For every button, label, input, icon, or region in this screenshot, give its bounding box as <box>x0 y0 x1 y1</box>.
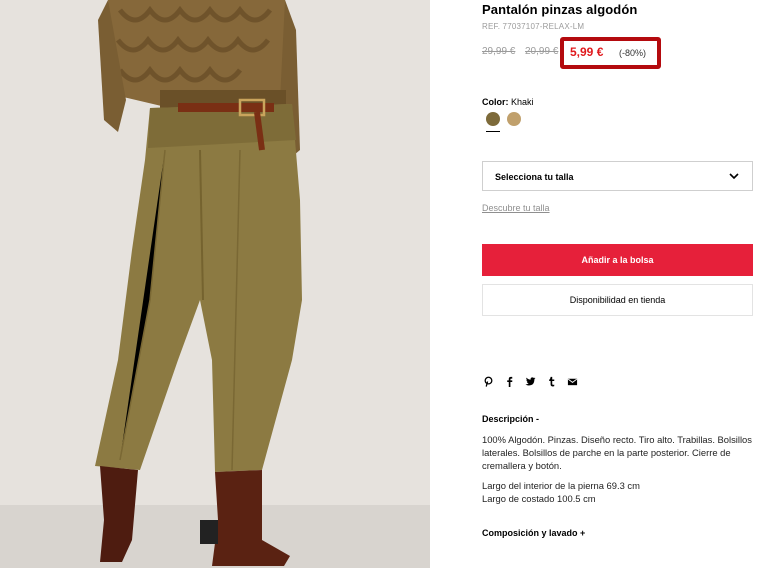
email-icon[interactable] <box>566 374 578 388</box>
add-to-bag-button[interactable]: Añadir a la bolsa <box>482 244 753 276</box>
size-select[interactable]: Selecciona tu talla <box>482 161 753 191</box>
product-photo-illustration <box>0 0 430 568</box>
chevron-down-icon <box>729 173 739 180</box>
discount-badge: (-80%) <box>619 48 647 58</box>
color-label: Color: <box>482 97 509 107</box>
measure-inseam: Largo del interior de la pierna 69.3 cm <box>482 480 640 491</box>
description-text: 100% Algodón. Pinzas. Diseño recto. Tiro… <box>482 434 752 471</box>
original-price: 29,99 € <box>482 46 516 57</box>
color-label-row: Color: Khaki <box>482 97 534 107</box>
composition-toggle[interactable]: Composición y lavado + <box>482 528 585 538</box>
share-bar <box>482 374 578 388</box>
facebook-icon[interactable] <box>503 374 515 388</box>
add-to-bag-label: Añadir a la bolsa <box>581 255 654 265</box>
tumblr-icon[interactable] <box>545 374 557 388</box>
size-guide-link[interactable]: Descubre tu talla <box>482 203 550 213</box>
store-availability-label: Disponibilidad en tienda <box>569 295 666 305</box>
measure-side: Largo de costado 100.5 cm <box>482 493 596 504</box>
current-price-highlight: 5,99 € (-80%) <box>560 37 661 69</box>
current-price: 5,99 € <box>570 45 604 59</box>
color-swatch-beige[interactable] <box>507 112 521 126</box>
measurements: Largo del interior de la pierna 69.3 cm … <box>482 479 640 505</box>
product-image[interactable] <box>0 0 430 568</box>
previous-price: 20,99 € <box>525 46 559 57</box>
description-toggle[interactable]: Descripción - <box>482 414 539 424</box>
color-swatch-khaki[interactable] <box>486 112 500 126</box>
product-title: Pantalón pinzas algodón <box>482 2 638 17</box>
product-reference: REF. 77037107-RELAX-LM <box>482 22 585 31</box>
pinterest-icon[interactable] <box>482 374 494 388</box>
store-availability-button[interactable]: Disponibilidad en tienda <box>482 284 753 316</box>
selected-swatch-indicator <box>486 131 500 132</box>
size-select-label: Selecciona tu talla <box>495 172 574 182</box>
twitter-icon[interactable] <box>524 374 536 388</box>
color-value: Khaki <box>511 97 534 107</box>
